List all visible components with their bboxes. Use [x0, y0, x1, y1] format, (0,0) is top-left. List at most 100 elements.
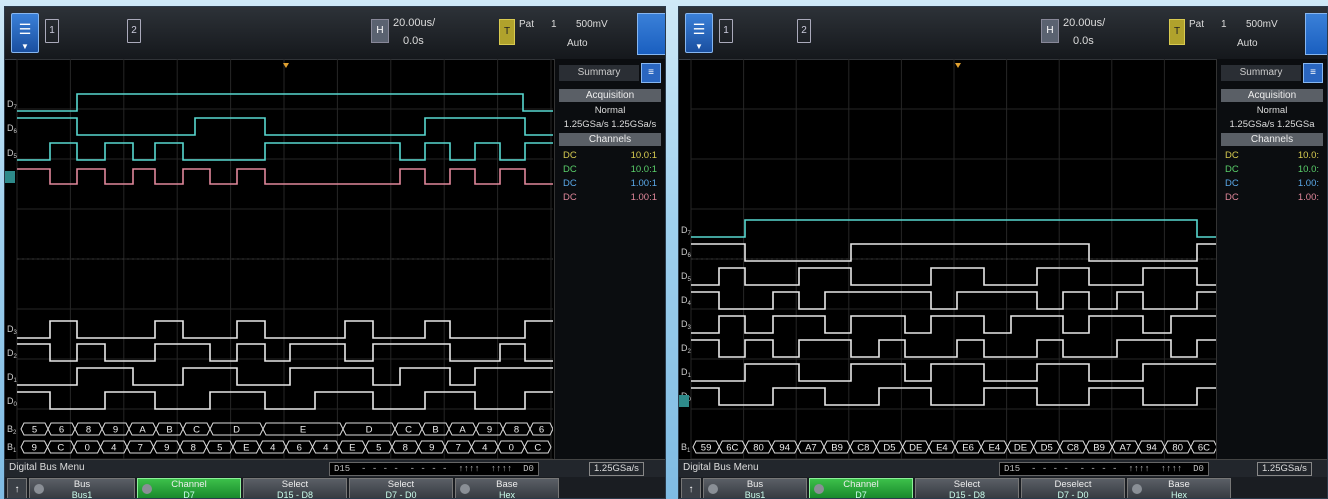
bus1-value: E [349, 443, 355, 454]
digital-trace-pink [17, 168, 553, 185]
digital-trace-d5 [17, 142, 553, 161]
bus1-value: C8 [857, 443, 869, 454]
channel-2-tab[interactable]: 2 [127, 19, 141, 43]
horizontal-badge[interactable]: H [1041, 19, 1059, 43]
main-menu-button[interactable]: ☰ ▼ [11, 13, 39, 53]
bus2-value: 9 [487, 425, 492, 436]
timebase-value: 20.00us/ [1063, 17, 1106, 29]
channel-1-tab[interactable]: 1 [45, 19, 59, 43]
deselect-low-softkey[interactable]: Deselect D7 - D0 [1021, 478, 1125, 498]
trigger-marker-icon [955, 63, 961, 68]
digital-trace-d2 [17, 343, 553, 362]
base-softkey[interactable]: Base Hex [1127, 478, 1231, 498]
top-toolbar: ☰ ▼ 1 2 H 20.00us/ 0.0s T Pat 1 500mV Au… [5, 7, 665, 60]
bus2-value: D [233, 425, 240, 436]
bus-label: B2 [7, 424, 17, 436]
bus2-value: 6 [539, 425, 544, 436]
channel-marker [679, 395, 689, 407]
channel-1-tab[interactable]: 1 [719, 19, 733, 43]
channels-header: Channels [559, 133, 661, 146]
bus2-value: A [139, 425, 146, 436]
trigger-badge[interactable]: T [1169, 19, 1185, 45]
bus1-value: C [534, 443, 541, 454]
bus1-value: 8 [403, 443, 408, 454]
trigger-channel: 1 [551, 19, 557, 30]
left-scope-screen: ☰ ▼ 1 2 H 20.00us/ 0.0s T Pat 1 500mV Au… [4, 6, 666, 499]
softkey-bar: ↑ Bus Bus1 Channel D7 Select D15 - D8 Selec… [5, 477, 665, 498]
digital-label: D2 [7, 348, 18, 360]
display-mode-button[interactable] [1305, 13, 1327, 55]
bus1-value: 9 [164, 443, 169, 454]
summary-tab[interactable]: Summary [1221, 65, 1301, 81]
bus1-value: 5 [376, 443, 381, 454]
back-arrow-icon[interactable]: ↑ [681, 478, 701, 498]
trigger-level: 500mV [576, 19, 608, 30]
bus1-value: 6C [1198, 443, 1210, 454]
channel-softkey[interactable]: Channel D7 [809, 478, 913, 498]
bus2-value: B [432, 425, 438, 436]
summary-panel: Summary ≡ Acquisition Normal 1.25GSa/s 1… [1216, 59, 1327, 459]
menu-icon: ☰ [18, 21, 32, 37]
sample-rate: 1.25GSa/s 1.25GSa/s [563, 119, 657, 130]
digital-label: D6 [681, 247, 692, 259]
select-high-softkey[interactable]: Select D15 - D8 [915, 478, 1019, 498]
base-softkey[interactable]: Base Hex [455, 478, 559, 498]
bus1-value: 4 [323, 443, 328, 454]
bus1-value: E4 [936, 443, 948, 454]
bus1-value: 0 [509, 443, 514, 454]
bus2-value: 9 [113, 425, 118, 436]
bus2-value: E [300, 425, 306, 436]
horizontal-badge[interactable]: H [371, 19, 389, 43]
bus-softkey[interactable]: Bus Bus1 [29, 478, 135, 498]
select-low-softkey[interactable]: Select D7 - D0 [349, 478, 453, 498]
bus2-value: 5 [32, 425, 37, 436]
back-arrow-icon[interactable]: ↑ [7, 478, 27, 498]
digital-label: D1 [7, 372, 18, 384]
channel-softkey[interactable]: Channel D7 [137, 478, 241, 498]
bus1-value: A7 [805, 443, 817, 454]
digital-trace-d3 [691, 315, 1219, 334]
bus1-value: D5 [883, 443, 895, 454]
bus1-value: 4 [111, 443, 116, 454]
bus1-value: C8 [1067, 443, 1079, 454]
bus1-value: 4 [482, 443, 487, 454]
status-bar: Digital Bus Menu D15 - - - - - - - - ↑↑↑… [5, 459, 665, 478]
bus-softkey[interactable]: Bus Bus1 [703, 478, 807, 498]
bus2-value: 8 [514, 425, 519, 436]
digital-label: D3 [681, 319, 692, 331]
digital-label: D5 [7, 148, 18, 160]
bus1-value: 94 [1146, 443, 1157, 454]
list-icon[interactable]: ≡ [1303, 63, 1323, 83]
list-icon[interactable]: ≡ [641, 63, 661, 83]
trigger-badge[interactable]: T [499, 19, 515, 45]
digital-label: D0 [7, 396, 18, 408]
digital-trace-d3 [17, 320, 553, 339]
bus1-value: 9 [429, 443, 434, 454]
digital-label: D4 [681, 295, 692, 307]
sample-rate-readout: 1.25GSa/s [589, 462, 644, 476]
trigger-type: Pat [519, 19, 535, 30]
digital-trace-d0 [17, 391, 553, 410]
digital-trace-d0 [691, 387, 1219, 406]
select-high-softkey[interactable]: Select D15 - D8 [243, 478, 347, 498]
timebase-value: 20.00us/ [393, 17, 436, 29]
channel-2-tab[interactable]: 2 [797, 19, 811, 43]
digital-trace-d6 [691, 243, 1219, 262]
digital-trace-d1 [691, 363, 1219, 382]
knob-icon [708, 484, 718, 494]
bus1-value: 8 [191, 443, 196, 454]
main-menu-button[interactable]: ☰ ▼ [685, 13, 713, 53]
knob-icon [1132, 484, 1142, 494]
summary-tab[interactable]: Summary [559, 65, 639, 81]
bus1-value: 80 [1172, 443, 1183, 454]
digital-label: D5 [681, 271, 692, 283]
channel-bitmap: D15 - - - - - - - - ↑↑↑↑ ↑↑↑↑ D0 [329, 462, 539, 476]
right-scope-screen: ☰ ▼ 1 2 H 20.00us/ 0.0s T Pat 1 500mV Au… [678, 6, 1328, 499]
display-mode-button[interactable] [637, 13, 665, 55]
delay-value: 0.0s [403, 35, 424, 47]
chevron-down-icon: ▼ [695, 42, 703, 51]
digital-label: D1 [681, 367, 692, 379]
bus1-value: E [243, 443, 249, 454]
bus1-value: 6 [297, 443, 302, 454]
sample-rate-readout: 1.25GSa/s [1257, 462, 1312, 476]
